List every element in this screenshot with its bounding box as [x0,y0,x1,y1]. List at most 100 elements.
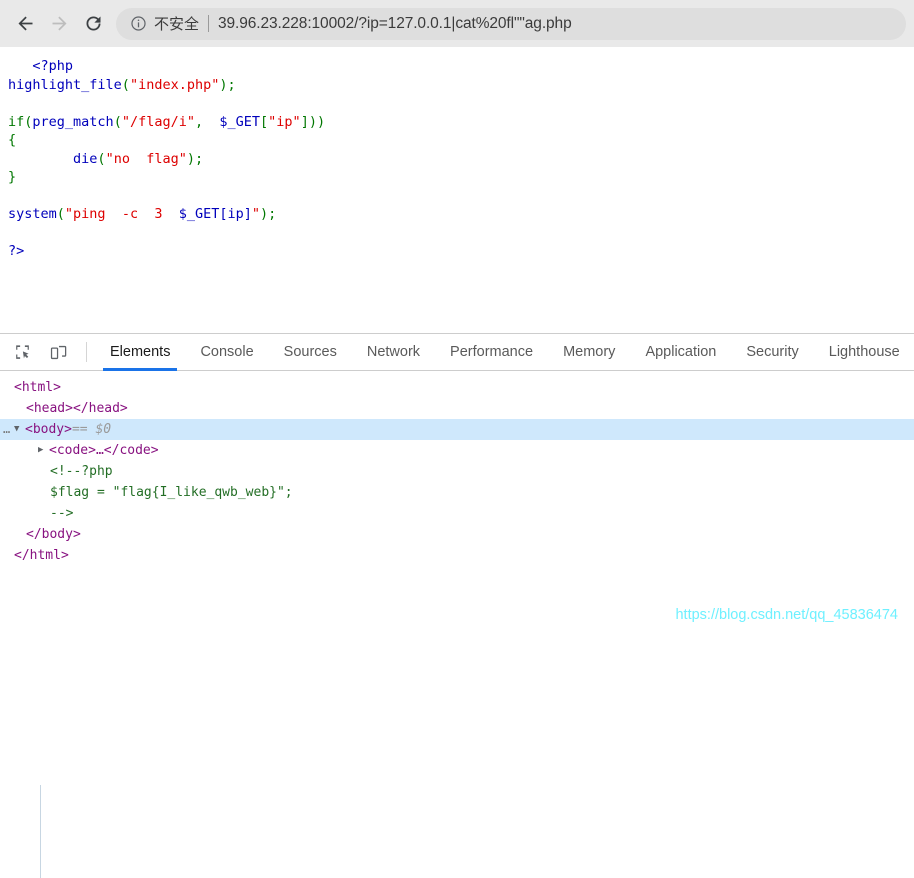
code-token: ) [186,150,195,167]
code-token: )) [308,113,326,130]
dom-node-code: <code>…</code> [49,443,159,458]
tab-console[interactable]: Console [185,334,268,370]
dom-node-html-open: <html> [14,380,61,395]
tab-sources[interactable]: Sources [269,334,352,370]
dom-row-body-selected[interactable]: … ▼ <body> == $0 [0,419,914,440]
code-token: system [8,206,57,222]
code-token: { [8,132,17,148]
code-line: die("no flag"); [8,150,914,169]
dom-row[interactable]: ▶ <code>…</code> [0,440,914,461]
dom-comment-flag: $flag = "flag{I_like_qwb_web}"; [50,485,293,500]
dom-row[interactable]: $flag = "flag{I_like_qwb_web}"; [0,482,914,503]
code-line: { [8,131,914,150]
code-token: ) [260,206,269,222]
tab-label: Sources [283,344,337,360]
tab-lighthouse[interactable]: Lighthouse [814,334,914,370]
code-token: "no flag" [105,150,187,167]
omnibox-divider [208,15,210,32]
code-token: ( [56,206,65,222]
dom-row[interactable]: <head></head> [0,398,914,419]
code-token: " [251,206,261,222]
code-token: } [8,169,17,185]
tab-label: Performance [450,344,534,360]
devtools-tab-list: Elements Console Sources Network Performance… [95,334,914,371]
dom-node-body-open: <body> [25,422,72,437]
devtools-panel: Elements Console Sources Network Performance… [0,333,914,878]
dom-row[interactable]: --> [0,503,914,524]
code-token: ( [113,113,122,130]
code-line: system("ping -c 3 $_GET[ip]"); [8,205,914,224]
code-token: $_GET[ip] [178,206,252,222]
info-circle-icon[interactable] [130,15,147,32]
tree-guide-line [40,785,41,878]
tab-network[interactable]: Network [352,334,435,370]
tab-security[interactable]: Security [731,334,813,370]
forward-arrow-icon [52,16,66,31]
expand-triangle-icon[interactable]: ▼ [14,419,25,440]
tab-memory[interactable]: Memory [548,334,630,370]
dom-row-menu-icon[interactable]: … [3,419,11,440]
dom-comment-php-open: <!--?php [50,464,113,479]
code-token: "/flag/i" [121,113,195,130]
tab-label: Lighthouse [828,344,900,360]
devtools-tool-icons [0,334,95,370]
code-token: "ping -c 3 [64,206,179,222]
forward-button[interactable] [42,7,76,41]
dom-node-head: <head></head> [26,401,128,416]
dom-row[interactable]: <!--?php [0,461,914,482]
inspect-element-icon [15,344,29,359]
reload-button[interactable] [76,7,110,41]
code-token: [ [260,113,269,130]
tab-application[interactable]: Application [630,334,731,370]
code-line: <?php [8,57,914,76]
code-token: if [8,113,25,130]
code-line: ?> [8,242,914,261]
php-source-code: <?php highlight_file("index.php"); if(pre… [0,47,914,261]
dom-node-html-close: </html> [14,548,69,563]
code-token: ( [121,76,130,93]
page-viewport: <?php highlight_file("index.php"); if(pre… [0,47,914,333]
toolbar-divider [86,342,87,362]
code-token: $_GET [219,113,261,130]
back-button[interactable] [8,7,42,41]
reload-icon [86,16,100,31]
code-token: <?php [32,58,74,74]
tab-label: Console [200,344,254,360]
code-token: ?> [8,243,25,259]
code-token: ] [300,113,309,130]
device-toolbar-button[interactable] [44,338,72,366]
tab-label: Security [746,344,799,360]
code-line: } [8,168,914,187]
code-token: "index.php" [129,76,220,93]
code-line: highlight_file("index.php"); [8,76,914,95]
code-token: ; [227,76,236,93]
code-token: ; [194,150,204,167]
code-token: "ip" [268,113,301,130]
security-status-label: 不安全 [154,16,200,33]
code-token: ; [268,206,277,222]
tab-elements[interactable]: Elements [95,334,185,371]
collapse-triangle-icon[interactable]: ▶ [38,440,49,461]
back-arrow-icon [18,16,32,31]
code-token: , [194,113,204,130]
code-line: if(preg_match("/flag/i", $_GET["ip"])) [8,113,914,132]
code-token: ( [97,150,106,167]
dom-row[interactable]: </body> [0,524,914,545]
dom-row[interactable]: </html> [0,545,914,566]
watermark-text: https://blog.csdn.net/qq_45836474 [675,607,898,623]
tab-performance[interactable]: Performance [435,334,548,370]
url-text[interactable]: 39.96.23.228:10002/?ip=127.0.0.1|cat%20f… [218,15,572,33]
inspect-element-button[interactable] [8,338,36,366]
browser-toolbar: 不安全 39.96.23.228:10002/?ip=127.0.0.1|cat… [0,0,914,47]
tab-label: Application [645,344,717,360]
address-bar[interactable]: 不安全 39.96.23.228:10002/?ip=127.0.0.1|cat… [116,7,906,40]
dom-row[interactable]: <html> [0,377,914,398]
code-token: highlight_file [8,76,122,93]
tab-label: Network [366,344,421,360]
tab-label: Memory [563,344,616,360]
